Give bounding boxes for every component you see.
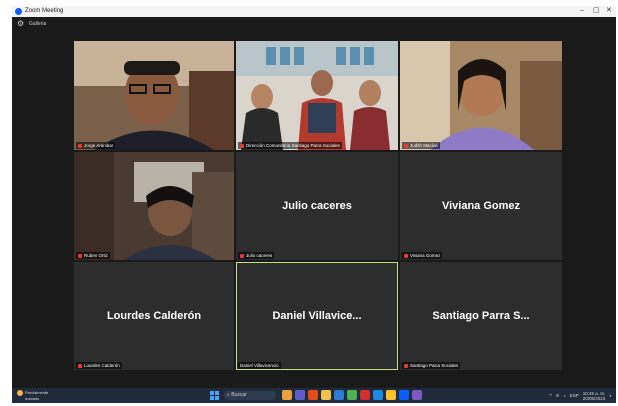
search-icon: ⌕ bbox=[227, 392, 230, 398]
teams-icon[interactable] bbox=[295, 390, 305, 400]
window-title: Zoom Meeting bbox=[25, 8, 64, 14]
participant-tile-3[interactable]: Judith Macías bbox=[400, 41, 562, 150]
participant-name: Lourdes Calderón bbox=[106, 310, 202, 322]
participant-name: Julio caceres bbox=[282, 200, 352, 212]
muted-mic-icon bbox=[240, 253, 244, 258]
participant-name: Santiago Parra S... bbox=[432, 310, 530, 322]
participant-tile-2[interactable]: Dirección Comunitaria Santiago Parra Soc… bbox=[236, 41, 398, 150]
participant-name-tag: Daniel Villavicencio bbox=[238, 362, 281, 369]
participant-video bbox=[400, 41, 562, 150]
participant-tile-9[interactable]: Santiago Parra S... Santiago Parra Socia… bbox=[400, 262, 562, 370]
participant-name: Daniel Villavice... bbox=[272, 310, 362, 322]
muted-mic-icon bbox=[78, 253, 82, 258]
participant-tile-7[interactable]: Lourdes Calderón Lourdes Calderón bbox=[74, 262, 234, 370]
windows-taskbar: Parcialmente nublado ⌕ Buscar ^ ≋ ♪ ESP bbox=[12, 388, 616, 403]
taskbar-search-box[interactable]: ⌕ Buscar bbox=[224, 391, 276, 400]
participant-name-tag: Judith Macías bbox=[402, 142, 440, 149]
participant-tile-4[interactable]: Ruben Ortiz bbox=[74, 152, 234, 260]
muted-mic-icon bbox=[404, 143, 408, 148]
muted-mic-icon bbox=[78, 363, 82, 368]
participant-name-tag: Dirección Comunitaria Santiago Parra Soc… bbox=[238, 142, 342, 149]
participant-tile-5[interactable]: Julio caceres Julio caceres bbox=[236, 152, 398, 260]
word-icon[interactable] bbox=[334, 390, 344, 400]
zoom-taskbar-icon[interactable] bbox=[399, 390, 409, 400]
view-label[interactable]: Galleria bbox=[29, 20, 46, 28]
participant-tile-1[interactable]: Jorge Aranibar bbox=[74, 41, 234, 150]
chevron-up-icon[interactable]: ^ bbox=[550, 393, 552, 398]
minimize-button[interactable]: – bbox=[580, 6, 584, 16]
muted-mic-icon bbox=[240, 143, 244, 148]
zoom-logo-icon bbox=[15, 8, 22, 15]
app-red-icon[interactable] bbox=[360, 390, 370, 400]
participant-name-tag: Lourdes Calderón bbox=[76, 362, 122, 369]
file-explorer-icon[interactable] bbox=[321, 390, 331, 400]
close-button[interactable]: ✕ bbox=[606, 6, 612, 16]
zoom-window: Zoom Meeting – ▢ ✕ ⚙ Galleria Jorge Aran… bbox=[12, 6, 616, 403]
edge-icon[interactable] bbox=[373, 390, 383, 400]
participant-tile-8-active-speaker[interactable]: Daniel Villavice... Daniel Villavicencio bbox=[236, 262, 398, 370]
participant-video bbox=[74, 41, 234, 150]
app-purple-icon[interactable] bbox=[412, 390, 422, 400]
clock[interactable]: 10:45 a. m. 20/06/2023 bbox=[583, 391, 606, 401]
participant-name-tag: Viviana Gomez bbox=[402, 252, 443, 259]
participant-name-tag: Santiago Parra Sociales bbox=[402, 362, 461, 369]
participant-name-tag: Ruben Ortiz bbox=[76, 252, 111, 259]
taskbar-apps bbox=[282, 390, 422, 401]
volume-icon[interactable]: ♪ bbox=[563, 393, 565, 398]
muted-mic-icon bbox=[78, 143, 82, 148]
notification-icon[interactable]: ◐ bbox=[609, 393, 612, 398]
weather-widget[interactable]: Parcialmente nublado bbox=[17, 390, 57, 401]
chrome-icon[interactable] bbox=[347, 390, 357, 400]
office-icon[interactable] bbox=[308, 390, 318, 400]
participant-name-tag: Julio caceres bbox=[238, 252, 275, 259]
system-tray: ^ ≋ ♪ ESP 10:45 a. m. 20/06/2023 ◐ bbox=[550, 390, 612, 401]
widgets-icon[interactable] bbox=[282, 390, 292, 400]
app-yellow-icon[interactable] bbox=[386, 390, 396, 400]
participant-video bbox=[236, 41, 398, 150]
weather-icon bbox=[17, 390, 23, 396]
participant-name-tag: Jorge Aranibar bbox=[76, 142, 116, 149]
meeting-toolbar: ⚙ Galleria bbox=[12, 17, 616, 31]
participant-video bbox=[74, 152, 234, 260]
view-icon[interactable]: ⚙ bbox=[17, 19, 24, 29]
start-button[interactable] bbox=[210, 391, 219, 400]
wifi-icon[interactable]: ≋ bbox=[556, 393, 560, 398]
maximize-button[interactable]: ▢ bbox=[593, 6, 600, 16]
muted-mic-icon bbox=[404, 253, 408, 258]
participant-tile-6[interactable]: Viviana Gomez Viviana Gomez bbox=[400, 152, 562, 260]
language-indicator[interactable]: ESP bbox=[570, 393, 579, 398]
muted-mic-icon bbox=[404, 363, 408, 368]
title-bar: Zoom Meeting – ▢ ✕ bbox=[12, 6, 616, 17]
participant-name: Viviana Gomez bbox=[441, 200, 521, 212]
